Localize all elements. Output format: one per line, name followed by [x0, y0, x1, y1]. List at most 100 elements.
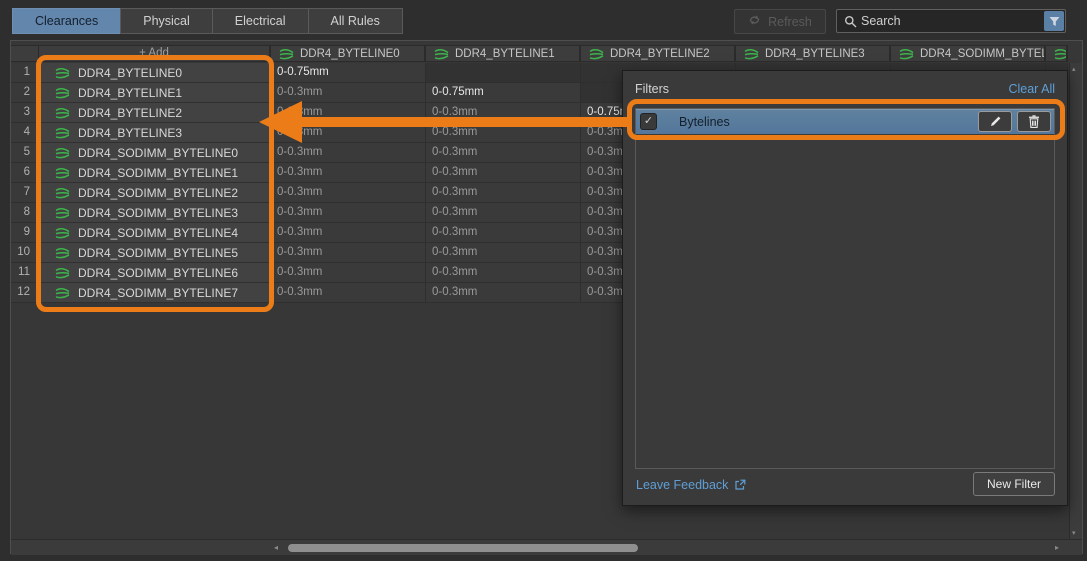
row-number: 9 [11, 223, 39, 243]
net-class-icon [55, 207, 70, 219]
net-class-icon [55, 227, 70, 239]
column-header[interactable]: DDR4_BYTELINE3 [736, 46, 891, 61]
scroll-up-icon[interactable]: ▴ [1072, 65, 1076, 73]
clearance-cell[interactable]: 0-0.3mm [426, 183, 581, 203]
column-header[interactable]: DDR4_BYTELINE2 [581, 46, 736, 61]
net-class-cell[interactable]: DDR4_SODIMM_BYTELINE5 [39, 243, 271, 263]
net-class-icon [279, 48, 294, 60]
net-class-cell[interactable]: DDR4_SODIMM_BYTELINE7 [39, 283, 271, 303]
column-header[interactable]: DDR4_SODIMM_BYTELI [891, 46, 1046, 61]
net-class-cell[interactable]: DDR4_BYTELINE1 [39, 83, 271, 103]
column-header-label: DDR4_SODIMM_BYTELI [920, 48, 1046, 60]
net-class-name: DDR4_SODIMM_BYTELINE6 [78, 266, 238, 280]
row-number: 4 [11, 123, 39, 143]
net-class-icon [55, 147, 70, 159]
delete-filter-button[interactable] [1017, 111, 1051, 132]
vertical-scrollbar[interactable]: ▴ ▾ [1069, 63, 1082, 539]
column-header[interactable] [1046, 46, 1068, 61]
clearance-cell[interactable]: 0-0.3mm [271, 203, 426, 223]
funnel-icon [1049, 16, 1060, 27]
search-box[interactable] [836, 9, 1066, 33]
net-class-cell[interactable]: DDR4_SODIMM_BYTELINE0 [39, 143, 271, 163]
net-class-cell[interactable]: DDR4_BYTELINE0 [39, 63, 271, 83]
clearance-cell[interactable]: 0-0.3mm [271, 283, 426, 303]
column-header-label: DDR4_BYTELINE2 [610, 48, 710, 60]
filter-funnel-button[interactable] [1044, 11, 1064, 31]
refresh-button[interactable]: Refresh [734, 9, 826, 34]
net-class-name: DDR4_SODIMM_BYTELINE3 [78, 206, 238, 220]
search-icon [837, 15, 861, 28]
leave-feedback-label: Leave Feedback [636, 478, 728, 492]
column-header-label: DDR4_BYTELINE0 [300, 48, 400, 60]
filter-checkbox[interactable]: ✓ [640, 113, 657, 130]
horizontal-scroll-thumb[interactable] [288, 544, 638, 552]
scroll-left-icon[interactable]: ◂ [274, 540, 278, 556]
net-class-cell[interactable]: DDR4_SODIMM_BYTELINE4 [39, 223, 271, 243]
clearance-cell[interactable]: 0-0.75mm [426, 83, 581, 103]
clearance-cell[interactable]: 0-0.3mm [426, 283, 581, 303]
scroll-down-icon[interactable]: ▾ [1072, 529, 1076, 537]
clearance-cell[interactable]: 0-0.3mm [271, 163, 426, 183]
net-class-name: DDR4_SODIMM_BYTELINE1 [78, 166, 238, 180]
column-header[interactable]: DDR4_BYTELINE1 [426, 46, 581, 61]
row-number: 3 [11, 103, 39, 123]
net-class-icon [55, 267, 70, 279]
net-class-name: DDR4_SODIMM_BYTELINE5 [78, 246, 238, 260]
clearance-cell[interactable]: 0-0.3mm [426, 163, 581, 183]
net-class-cell[interactable]: DDR4_SODIMM_BYTELINE3 [39, 203, 271, 223]
clearance-cell[interactable]: 0-0.3mm [271, 103, 426, 123]
clear-all-link[interactable]: Clear All [1008, 82, 1055, 96]
net-class-icon [55, 87, 70, 99]
net-class-name: DDR4_SODIMM_BYTELINE7 [78, 286, 238, 300]
clearance-cell[interactable]: 0-0.75mm [271, 63, 426, 83]
clearance-cell[interactable]: 0-0.3mm [271, 123, 426, 143]
row-number: 11 [11, 263, 39, 283]
new-filter-button[interactable]: New Filter [973, 472, 1055, 496]
edit-filter-button[interactable] [978, 111, 1012, 132]
search-input[interactable] [861, 14, 1044, 28]
clearance-cell[interactable]: 0-0.3mm [426, 123, 581, 143]
tab-physical[interactable]: Physical [120, 8, 213, 34]
column-header[interactable]: DDR4_BYTELINE0 [271, 46, 426, 61]
filter-list: ✓ Bytelines [635, 108, 1055, 469]
row-number: 8 [11, 203, 39, 223]
net-class-cell[interactable]: DDR4_SODIMM_BYTELINE2 [39, 183, 271, 203]
clearance-cell[interactable]: 0-0.3mm [271, 143, 426, 163]
clearance-cell[interactable]: 0-0.3mm [271, 243, 426, 263]
tab-clearances[interactable]: Clearances [12, 8, 121, 34]
scroll-right-icon[interactable]: ▸ [1055, 540, 1059, 556]
external-link-icon [734, 479, 746, 491]
horizontal-scrollbar[interactable]: ◂ ▸ [11, 539, 1082, 555]
clearance-cell[interactable]: 0-0.3mm [426, 243, 581, 263]
clearance-cell[interactable]: 0-0.3mm [271, 263, 426, 283]
clearance-cell[interactable]: 0-0.3mm [271, 83, 426, 103]
clearance-cell[interactable]: 0-0.3mm [426, 103, 581, 123]
add-column-header[interactable]: + Add [39, 46, 271, 61]
tab-electrical[interactable]: Electrical [212, 8, 309, 34]
net-class-cell[interactable]: DDR4_BYTELINE3 [39, 123, 271, 143]
net-class-cell[interactable]: DDR4_BYTELINE2 [39, 103, 271, 123]
net-class-icon [589, 48, 604, 60]
row-number: 12 [11, 283, 39, 303]
clearance-cell[interactable]: 0-0.3mm [426, 263, 581, 283]
net-class-name: DDR4_SODIMM_BYTELINE2 [78, 186, 238, 200]
refresh-label: Refresh [768, 15, 812, 29]
clearance-cell[interactable]: 0-0.3mm [426, 203, 581, 223]
clearance-cell[interactable]: 0-0.3mm [271, 183, 426, 203]
clearance-cell[interactable]: 0-0.3mm [426, 223, 581, 243]
net-class-name: DDR4_SODIMM_BYTELINE4 [78, 226, 238, 240]
net-class-cell[interactable]: DDR4_SODIMM_BYTELINE1 [39, 163, 271, 183]
filter-name: Bytelines [679, 115, 730, 129]
clearance-cell[interactable]: 0-0.3mm [426, 143, 581, 163]
net-class-cell[interactable]: DDR4_SODIMM_BYTELINE6 [39, 263, 271, 283]
filter-item[interactable]: ✓ Bytelines [636, 109, 1054, 134]
clearance-cell[interactable] [426, 63, 581, 83]
tab-all-rules[interactable]: All Rules [308, 8, 403, 34]
row-number: 1 [11, 63, 39, 83]
leave-feedback-link[interactable]: Leave Feedback [636, 478, 746, 492]
column-header-label: DDR4_BYTELINE1 [455, 48, 555, 60]
net-class-name: DDR4_BYTELINE3 [78, 126, 182, 140]
column-header-label: DDR4_BYTELINE3 [765, 48, 865, 60]
clearance-cell[interactable]: 0-0.3mm [271, 223, 426, 243]
rule-category-tab-bar: ClearancesPhysicalElectricalAll Rules [12, 8, 403, 34]
